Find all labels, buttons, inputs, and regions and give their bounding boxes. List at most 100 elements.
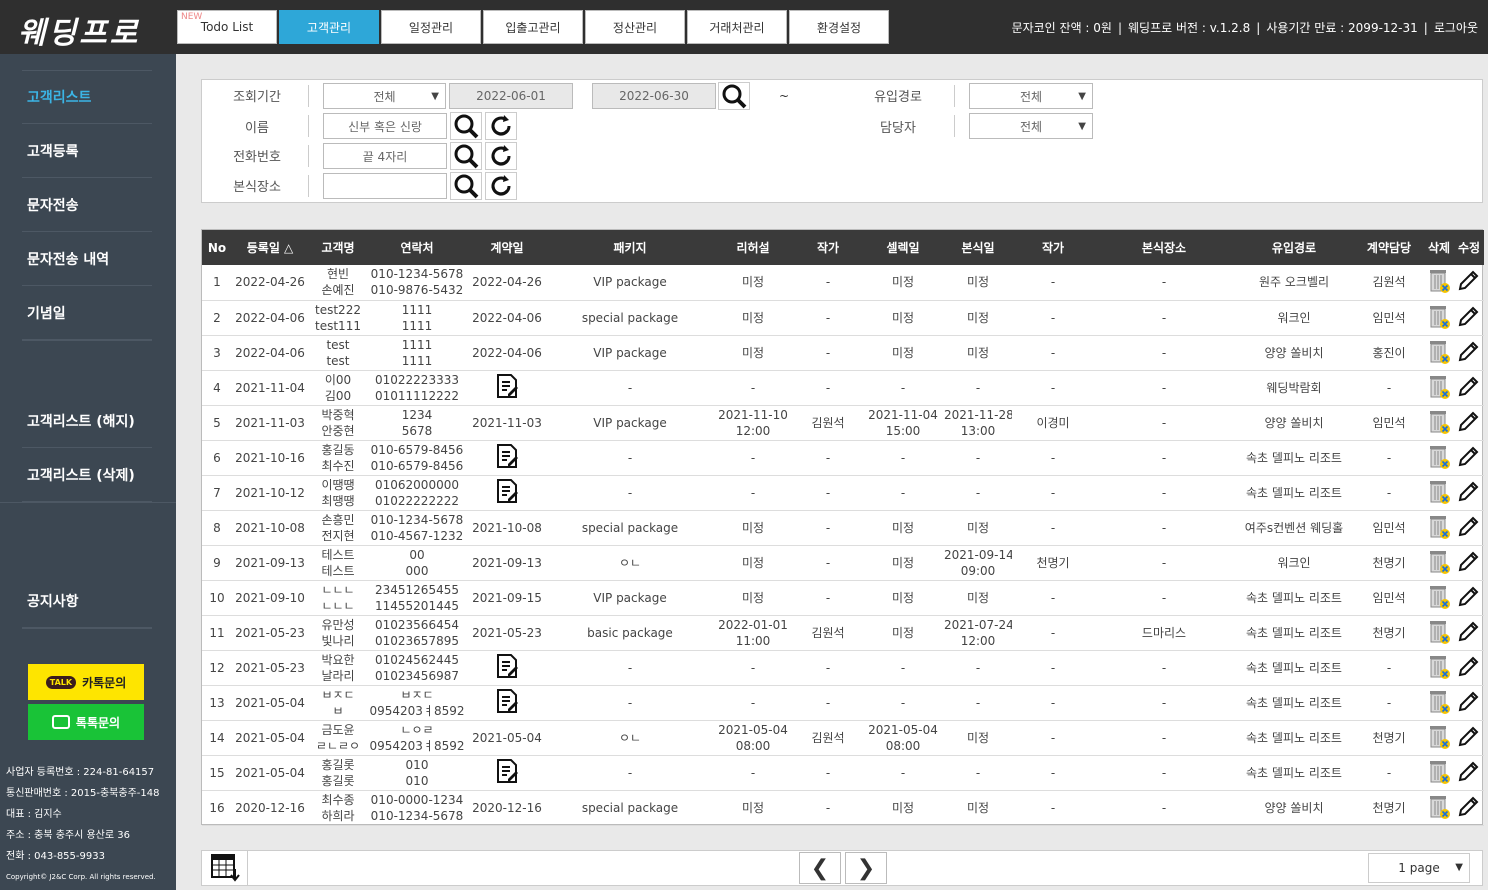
contract-date-cell[interactable] — [466, 440, 548, 476]
edit-button[interactable] — [1454, 440, 1484, 476]
edit-button[interactable] — [1454, 650, 1484, 686]
table-row[interactable]: 13 2021-05-04 ㅂㅈㄷㅂㅂㅈㄷ 0954203ㅕ8592- - - - - - - 속초… — [202, 685, 1484, 721]
table-row[interactable]: 1 2022-04-26 현빈 손예진 010-1234-5678 010-9876-54… — [202, 265, 1484, 301]
delete-button[interactable] — [1424, 335, 1454, 371]
sidebar-item-anniversary[interactable]: 기념일 — [22, 286, 152, 340]
package-cell: - — [548, 755, 712, 791]
tab-4[interactable]: 정산관리 — [585, 10, 685, 44]
table-row[interactable]: 2 2022-04-06 test222 test111 1111 1111 2022-04… — [202, 300, 1484, 336]
edit-button[interactable] — [1454, 615, 1484, 651]
contract-date-cell[interactable] — [466, 370, 548, 406]
delete-button[interactable] — [1424, 370, 1454, 406]
table-row[interactable]: 14 2021-05-04 금도윤 ㄹㄴㄹㅇ ㄴㅇㄹ 0954203ㅕ8592 2021-0… — [202, 720, 1484, 756]
delete-button[interactable] — [1424, 545, 1454, 581]
table-row[interactable]: 11 2021-05-23 유만성 빛나리 01023566454 01023657895… — [202, 615, 1484, 651]
sidebar-item-sms-send[interactable]: 문자전송 — [22, 178, 152, 232]
edit-button[interactable] — [1454, 370, 1484, 406]
venue-reset-button[interactable] — [485, 172, 517, 200]
table-row[interactable]: 7 2021-10-12 이땡땡 최땡땡 01062000000 01022222222-… — [202, 475, 1484, 511]
delete-button[interactable] — [1424, 650, 1454, 686]
sidebar-item-customer-register[interactable]: 고객등록 — [22, 124, 152, 178]
logout-link[interactable]: 로그아웃 — [1434, 21, 1478, 35]
delete-button[interactable] — [1424, 475, 1454, 511]
table-row[interactable]: 4 2021-11-04 이00 김00 01022223333 01011112222-… — [202, 370, 1484, 406]
contract-date-cell[interactable] — [466, 650, 548, 686]
delete-button[interactable] — [1424, 790, 1454, 826]
page-select[interactable]: 1 page ▼ — [1368, 853, 1470, 883]
venue-search-input[interactable] — [323, 173, 447, 199]
edit-button[interactable] — [1454, 720, 1484, 756]
table-row[interactable]: 5 2021-11-03 박중혁 안중현 1234 5678 2021-11-03 VIP p… — [202, 405, 1484, 441]
date-from-input[interactable]: 2022-06-01 — [449, 83, 573, 109]
tab-3[interactable]: 입출고관리 — [483, 10, 583, 44]
edit-button[interactable] — [1454, 545, 1484, 581]
sidebar-item-customer-list-deleted[interactable]: 고객리스트 (삭제) — [22, 448, 152, 502]
sidebar-item-customer-list[interactable]: 고객리스트 — [22, 70, 152, 124]
delete-button[interactable] — [1424, 510, 1454, 546]
date-to-input[interactable]: 2022-06-30 — [592, 83, 716, 109]
contract-date-cell[interactable] — [466, 685, 548, 721]
edit-button[interactable] — [1454, 685, 1484, 721]
sidebar-item-customer-list-cancelled[interactable]: 고객리스트 (해지) — [22, 394, 152, 448]
talktalk-inquiry-button[interactable]: 톡톡문의 — [28, 704, 144, 740]
contract-date-cell: 2022-04-06 — [466, 335, 548, 371]
name-reset-button[interactable] — [485, 112, 517, 140]
table-row[interactable]: 3 2022-04-06 test test 1111 1111 2022-04-06 VIP… — [202, 335, 1484, 371]
table-row[interactable]: 6 2021-10-16 홍길동 최수진 010-6579-8456 010-6579-8… — [202, 440, 1484, 476]
contract-manager-cell: - — [1354, 370, 1424, 406]
name-search-input[interactable]: 신부 혹은 신랑 — [323, 113, 447, 139]
edit-button[interactable] — [1454, 300, 1484, 336]
table-row[interactable]: 15 2021-05-04 홍길롯 홍길롯 010 010- - - - - - - 속초 델피노 리조… — [202, 755, 1484, 791]
delete-button[interactable] — [1424, 300, 1454, 336]
source-select[interactable]: 전체 ▼ — [969, 83, 1093, 109]
period-select[interactable]: 전체 ▼ — [323, 83, 446, 109]
edit-button[interactable] — [1454, 580, 1484, 616]
table-row[interactable]: 8 2021-10-08 손흥민 전지현 010-1234-5678 010-4567-1… — [202, 510, 1484, 546]
phone-reset-button[interactable] — [485, 142, 517, 170]
tab-0[interactable]: Todo List NEW — [177, 10, 277, 44]
sidebar-item-sms-history[interactable]: 문자전송 내역 — [22, 232, 152, 286]
column-header[interactable]: 등록일 △ — [232, 230, 308, 265]
logo[interactable]: 웨딩프로 — [18, 8, 140, 52]
delete-button[interactable] — [1424, 720, 1454, 756]
table-row[interactable]: 12 2021-05-23 박요한 날라리 01024562445 01023456987… — [202, 650, 1484, 686]
delete-button[interactable] — [1424, 580, 1454, 616]
phone-search-input[interactable]: 끝 4자리 — [323, 143, 447, 169]
tab-1[interactable]: 고객관리 — [279, 10, 379, 44]
row-number-cell: 5 — [202, 405, 232, 441]
table-row[interactable]: 9 2021-09-13 테스트 테스트 00 000 2021-09-13 ㅇㄴ 미정 - 미정 2… — [202, 545, 1484, 581]
prev-page-button[interactable]: ❮ — [799, 852, 841, 884]
contract-date-cell[interactable] — [466, 475, 548, 511]
delete-button[interactable] — [1424, 265, 1454, 301]
excel-export-button[interactable] — [202, 851, 248, 885]
venue-search-button[interactable] — [450, 172, 482, 200]
manager-select[interactable]: 전체 ▼ — [969, 113, 1093, 139]
delete-button[interactable] — [1424, 615, 1454, 651]
edit-button[interactable] — [1454, 510, 1484, 546]
table-row[interactable]: 16 2020-12-16 최수종 하희라 010-0000-1234 010-1234-… — [202, 790, 1484, 826]
tab-2[interactable]: 일정관리 — [381, 10, 481, 44]
delete-button[interactable] — [1424, 405, 1454, 441]
tab-6[interactable]: 환경설정 — [789, 10, 889, 44]
rehearsal-line: 미정 — [741, 520, 765, 535]
name-search-button[interactable] — [450, 112, 482, 140]
column-header: 고객명 — [308, 230, 368, 265]
delete-button[interactable] — [1424, 685, 1454, 721]
kakao-inquiry-button[interactable]: TALK 카톡문의 — [28, 664, 144, 700]
edit-button[interactable] — [1454, 475, 1484, 511]
delete-button[interactable] — [1424, 440, 1454, 476]
phone-search-button[interactable] — [450, 142, 482, 170]
edit-button[interactable] — [1454, 790, 1484, 826]
edit-button[interactable] — [1454, 755, 1484, 791]
edit-button[interactable] — [1454, 335, 1484, 371]
account-info: 문자코인 잔액 : 0원 | 웨딩프로 버전 : v.1.2.8 | 사용기간 만료 :… — [1011, 21, 1478, 35]
delete-button[interactable] — [1424, 755, 1454, 791]
sidebar-item-notice[interactable]: 공지사항 — [22, 574, 152, 628]
edit-button[interactable] — [1454, 265, 1484, 301]
table-row[interactable]: 10 2021-09-10 ㄴㄴㄴ ㄴㄴㄴ 23451265455 11455201445… — [202, 580, 1484, 616]
contract-date-cell[interactable] — [466, 755, 548, 791]
next-page-button[interactable]: ❯ — [845, 852, 887, 884]
period-search-button[interactable] — [718, 82, 750, 110]
tab-5[interactable]: 거래처관리 — [687, 10, 787, 44]
edit-button[interactable] — [1454, 405, 1484, 441]
